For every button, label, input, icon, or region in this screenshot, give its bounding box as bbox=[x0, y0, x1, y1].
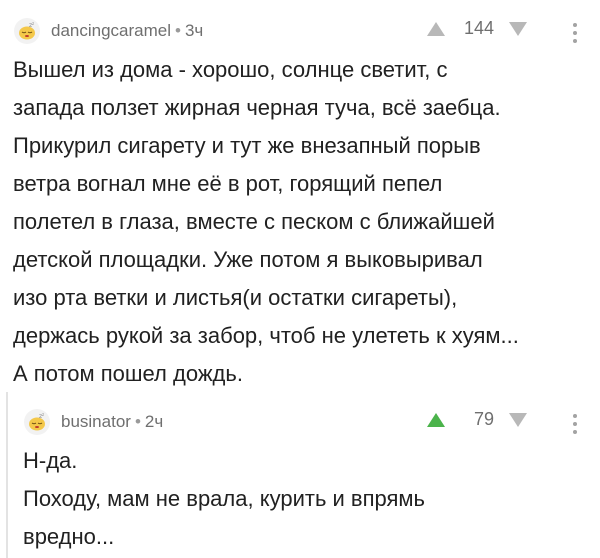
username[interactable]: businator bbox=[61, 412, 131, 432]
downvote-button[interactable] bbox=[508, 411, 528, 429]
downvote-button[interactable] bbox=[508, 20, 528, 38]
dot-icon bbox=[573, 23, 577, 27]
comment-line: полетел в глаза, вместе с песком с ближа… bbox=[13, 209, 495, 234]
sleeping-face-avatar-icon: z z bbox=[19, 21, 35, 40]
upvote-button[interactable] bbox=[426, 20, 446, 38]
comment-time: 3ч bbox=[184, 21, 204, 40]
comment-header: z z businator • 2ч bbox=[24, 408, 163, 436]
comment-line: А потом пошел дождь. bbox=[13, 361, 243, 386]
comment-line: держась рукой за забор, чтоб не улететь … bbox=[13, 323, 519, 348]
upvote-button[interactable] bbox=[426, 411, 446, 429]
meta-separator: • bbox=[175, 21, 181, 40]
arrow-up-icon bbox=[427, 412, 445, 427]
arrow-down-icon bbox=[509, 21, 527, 36]
comment-header: z z dancingcaramel • 3ч bbox=[14, 17, 203, 45]
vote-widget: 144 bbox=[426, 18, 528, 39]
comment-line: Вышел из дома - хорошо, солнце светит, с bbox=[13, 57, 448, 82]
comment-line: вредно... bbox=[23, 524, 115, 549]
username[interactable]: dancingcaramel bbox=[51, 21, 171, 41]
arrow-up-icon bbox=[426, 21, 445, 36]
svg-text:z: z bbox=[42, 412, 44, 417]
avatar[interactable]: z z bbox=[14, 18, 40, 44]
vote-count: 79 bbox=[473, 409, 494, 429]
sleeping-face-avatar-icon: z z bbox=[29, 412, 45, 431]
comment-line: Походу, мам не врала, курить и впрямь bbox=[23, 486, 426, 511]
comment-line: Прикурил сигарету и тут же внезапный пор… bbox=[13, 133, 481, 158]
comment-body: Вышел из дома - хорошо, солнце светит, с… bbox=[13, 51, 593, 393]
meta-separator: • bbox=[134, 412, 141, 431]
comment-line: Н-да. bbox=[23, 448, 78, 473]
reply-thread-line bbox=[6, 392, 8, 558]
avatar[interactable]: z z bbox=[24, 409, 50, 435]
comment-line: запада ползет жирная черная туча, всё за… bbox=[13, 95, 501, 120]
comment-time: 2ч bbox=[144, 412, 164, 431]
more-options-button[interactable] bbox=[570, 414, 580, 434]
dot-icon bbox=[573, 430, 577, 434]
svg-text:z: z bbox=[32, 21, 34, 26]
more-options-button[interactable] bbox=[570, 23, 580, 43]
vote-count: 144 bbox=[463, 18, 494, 38]
dot-icon bbox=[573, 422, 577, 426]
dot-icon bbox=[573, 39, 577, 43]
comment-body: Н-да. Походу, мам не врала, курить и впр… bbox=[23, 442, 583, 556]
dot-icon bbox=[573, 414, 577, 418]
comment-line: детской площадки. Уже потом я выковырива… bbox=[13, 247, 483, 272]
vote-widget: 79 bbox=[426, 409, 528, 430]
comment-line: ветра вогнал мне её в рот, горящий пепел bbox=[13, 171, 443, 196]
dot-icon bbox=[573, 31, 577, 35]
arrow-down-icon bbox=[509, 412, 527, 427]
comment-line: изо рта ветки и листья(и остатки сигарет… bbox=[13, 285, 458, 310]
